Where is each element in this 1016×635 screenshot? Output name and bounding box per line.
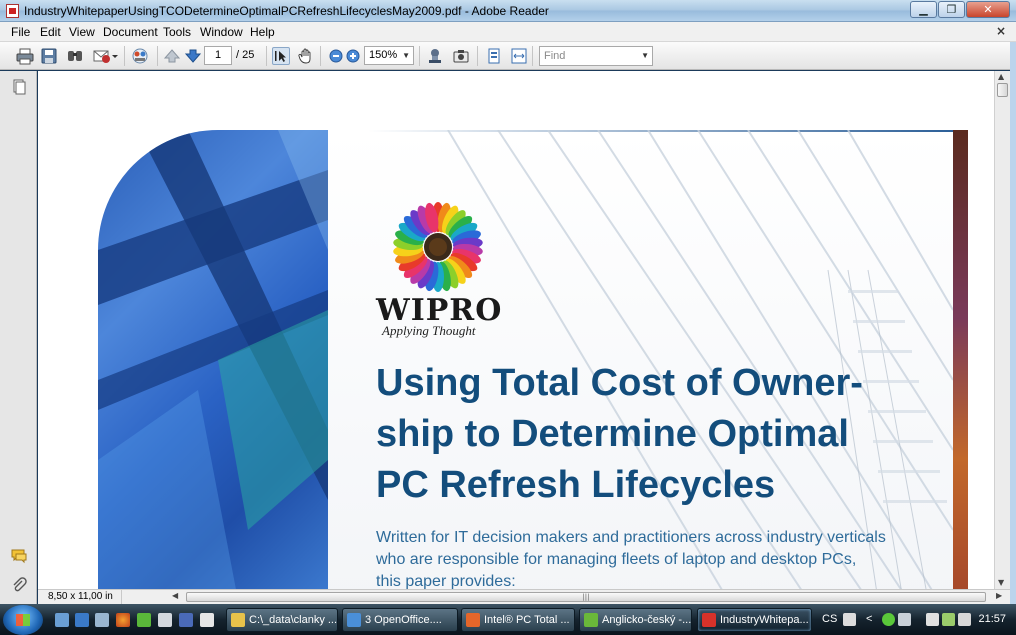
fit-page-icon[interactable] bbox=[485, 47, 503, 65]
comments-icon[interactable] bbox=[11, 548, 27, 564]
menu-view[interactable]: View bbox=[69, 25, 95, 39]
cover-edge-strip bbox=[953, 130, 968, 589]
page-number-input[interactable]: 1 bbox=[204, 46, 232, 65]
next-page-icon[interactable] bbox=[184, 47, 202, 65]
firefox-icon[interactable] bbox=[116, 613, 130, 627]
window-title-bar[interactable]: IndustryWhitepaperUsingTCODetermineOptim… bbox=[0, 0, 1016, 22]
app-quicklaunch-icon[interactable] bbox=[137, 613, 151, 627]
taskbar-item[interactable]: C:\_data\clanky ... bbox=[226, 608, 338, 632]
document-title: Using Total Cost of Owner- ship to Deter… bbox=[376, 358, 936, 511]
folder-icon bbox=[231, 613, 245, 627]
close-document-button[interactable]: × bbox=[996, 24, 1006, 38]
intro-paragraph: Written for IT decision makers and pract… bbox=[376, 527, 936, 589]
status-bar: 8,50 x 11,00 in ◀ ||| ▶ bbox=[38, 589, 1010, 604]
app-quicklaunch-icon[interactable] bbox=[179, 613, 193, 627]
collaborate-icon[interactable] bbox=[131, 47, 149, 65]
toolbar: 1 / 25 150% ▼ Find ▼ bbox=[0, 42, 1016, 70]
show-desktop-icon[interactable] bbox=[55, 613, 69, 627]
title-line: ship to Determine Optimal bbox=[376, 413, 849, 455]
menu-help[interactable]: Help bbox=[250, 25, 275, 39]
menu-window[interactable]: Window bbox=[200, 25, 243, 39]
save-icon[interactable] bbox=[40, 47, 58, 65]
chevron-down-icon: ▼ bbox=[402, 51, 410, 60]
maximize-button[interactable]: ❐ bbox=[938, 1, 965, 18]
power-icon[interactable] bbox=[926, 613, 939, 626]
find-placeholder: Find bbox=[544, 50, 566, 62]
zoom-level-select[interactable]: 150% ▼ bbox=[364, 46, 414, 65]
email-icon[interactable] bbox=[92, 47, 118, 65]
scroll-down-icon[interactable]: ▼ bbox=[998, 578, 1004, 587]
window-switcher-icon[interactable] bbox=[75, 613, 89, 627]
minimize-button[interactable]: ▁ bbox=[910, 1, 937, 18]
dictionary-icon bbox=[584, 613, 598, 627]
zoom-out-icon[interactable] bbox=[327, 47, 345, 65]
stamp-icon[interactable] bbox=[426, 47, 444, 65]
firefox-icon bbox=[466, 613, 480, 627]
scroll-right-icon[interactable]: ▶ bbox=[996, 591, 1002, 600]
system-tray: CS < 21:57 bbox=[818, 608, 1016, 632]
zoom-level: 150% bbox=[369, 49, 398, 61]
document-view[interactable]: WIPRO Applying Thought Using Total Cost … bbox=[38, 71, 994, 589]
print-icon[interactable] bbox=[16, 47, 34, 65]
app-quicklaunch-icon[interactable] bbox=[200, 613, 214, 627]
keyboard-icon[interactable] bbox=[843, 613, 856, 626]
taskbar-item-active[interactable]: IndustryWhitepa... bbox=[697, 608, 812, 632]
taskbar-item[interactable]: Intel® PC Total ... bbox=[461, 608, 575, 632]
search-icon[interactable] bbox=[66, 47, 84, 65]
cover-image-glass bbox=[98, 130, 328, 589]
app-quicklaunch-icon[interactable] bbox=[158, 613, 172, 627]
find-input[interactable]: Find ▼ bbox=[539, 46, 653, 66]
adobe-reader-icon bbox=[702, 613, 716, 627]
clock[interactable]: 21:57 bbox=[978, 613, 1006, 625]
zoom-in-icon[interactable] bbox=[344, 47, 362, 65]
network-signal-icon[interactable] bbox=[898, 613, 911, 626]
window-title: IndustryWhitepaperUsingTCODetermineOptim… bbox=[24, 4, 549, 18]
security-icon[interactable] bbox=[882, 613, 895, 626]
adobe-reader-icon bbox=[6, 4, 19, 18]
pdf-page: WIPRO Applying Thought Using Total Cost … bbox=[98, 130, 968, 589]
snapshot-icon[interactable] bbox=[452, 47, 470, 65]
title-line: PC Refresh Lifecycles bbox=[376, 464, 776, 506]
close-button[interactable]: ✕ bbox=[966, 1, 1010, 18]
title-line: Using Total Cost of Owner- bbox=[376, 362, 863, 404]
vertical-scroll-thumb[interactable] bbox=[997, 83, 1008, 97]
chevron-down-icon[interactable]: ▼ bbox=[641, 47, 649, 65]
prev-page-icon[interactable] bbox=[163, 47, 181, 65]
fit-width-icon[interactable] bbox=[510, 47, 528, 65]
intro-line: this paper provides: bbox=[376, 573, 516, 589]
start-button[interactable] bbox=[3, 605, 43, 635]
volume-icon[interactable] bbox=[958, 613, 971, 626]
intro-line: Written for IT decision makers and pract… bbox=[376, 529, 886, 546]
explorer-icon[interactable] bbox=[95, 613, 109, 627]
page-size: 8,50 x 11,00 in bbox=[38, 590, 122, 604]
scroll-left-icon[interactable]: ◀ bbox=[172, 591, 178, 600]
network-icon[interactable] bbox=[942, 613, 955, 626]
page-total: / 25 bbox=[236, 49, 255, 61]
tray-expand-icon[interactable]: < bbox=[866, 613, 872, 625]
menu-bar: File Edit View Document Tools Window Hel… bbox=[0, 22, 1016, 42]
wipro-flower-logo bbox=[390, 199, 486, 295]
menu-edit[interactable]: Edit bbox=[40, 25, 61, 39]
language-indicator[interactable]: CS bbox=[822, 613, 837, 625]
vertical-scrollbar[interactable]: ▲ ▼ bbox=[994, 71, 1010, 589]
menu-tools[interactable]: Tools bbox=[163, 25, 191, 39]
menu-document[interactable]: Document bbox=[103, 25, 158, 39]
horizontal-scroll-thumb[interactable]: ||| bbox=[186, 592, 986, 602]
taskbar-item[interactable]: Anglicko-český -... bbox=[579, 608, 692, 632]
scroll-up-icon[interactable]: ▲ bbox=[998, 72, 1004, 81]
taskbar-item[interactable]: 3 OpenOffice.... bbox=[342, 608, 458, 632]
taskbar: C:\_data\clanky ... 3 OpenOffice.... Int… bbox=[0, 604, 1016, 635]
intro-line: who are responsible for managing fleets … bbox=[376, 551, 857, 568]
wipro-tagline: Applying Thought bbox=[382, 323, 476, 338]
hand-tool-icon[interactable] bbox=[297, 47, 315, 65]
select-tool-icon[interactable] bbox=[272, 47, 290, 65]
openoffice-icon bbox=[347, 613, 361, 627]
attachments-icon[interactable] bbox=[11, 577, 27, 593]
navigation-panel bbox=[0, 71, 37, 604]
pages-icon[interactable] bbox=[11, 79, 27, 95]
menu-file[interactable]: File bbox=[11, 25, 30, 39]
